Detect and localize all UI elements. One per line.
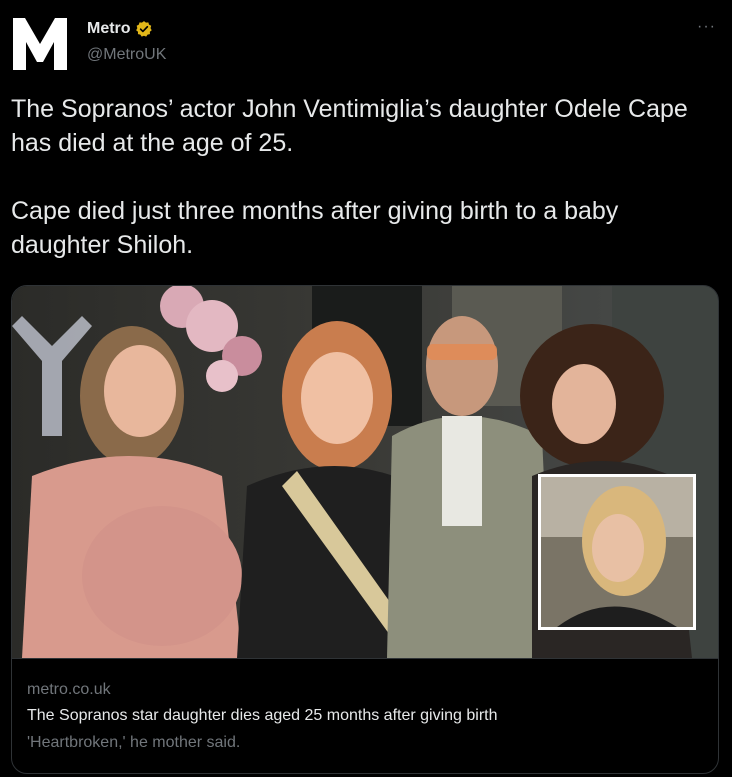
link-description[interactable]: 'Heartbroken,' he mother said. xyxy=(27,734,240,752)
display-name[interactable]: Metro xyxy=(87,20,131,38)
link-domain[interactable]: metro.co.uk xyxy=(27,681,111,699)
account-handle[interactable]: @MetroUK xyxy=(87,46,166,64)
link-card-meta[interactable]: metro.co.uk The Sopranos star daughter d… xyxy=(12,658,718,773)
more-options-icon[interactable]: ··· xyxy=(697,18,716,36)
article-photo[interactable] xyxy=(12,286,718,658)
tweet-text: The Sopranos’ actor John Ventimiglia’s d… xyxy=(11,95,688,259)
account-avatar[interactable] xyxy=(10,12,70,72)
metro-logo-icon xyxy=(13,18,67,70)
account-name-row[interactable]: Metro xyxy=(87,20,153,38)
link-card[interactable]: metro.co.uk The Sopranos star daughter d… xyxy=(11,285,719,774)
verified-badge-icon[interactable] xyxy=(135,20,153,38)
link-title[interactable]: The Sopranos star daughter dies aged 25 … xyxy=(27,707,498,725)
